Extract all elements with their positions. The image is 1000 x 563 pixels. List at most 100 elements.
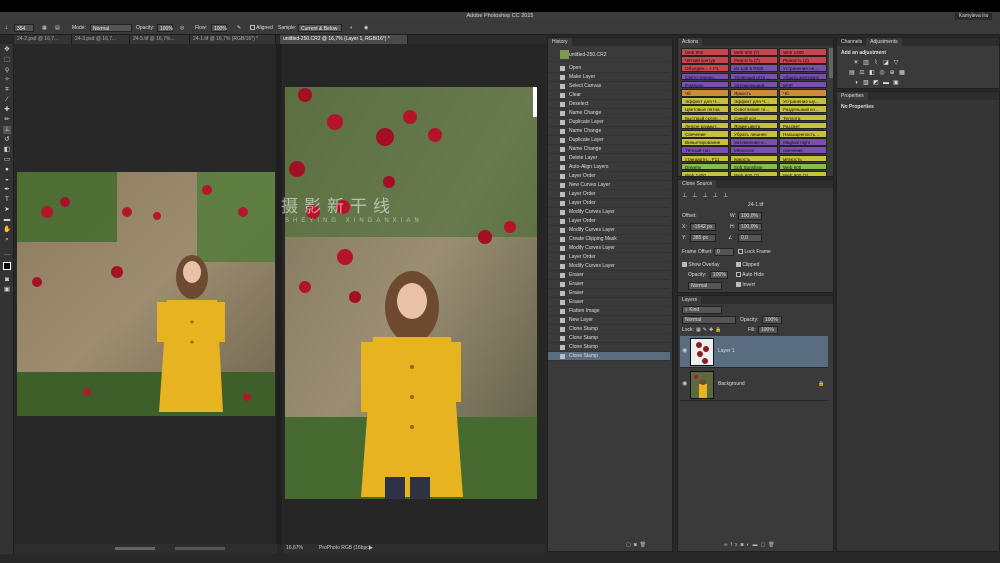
eraser-icon[interactable]: ◧ <box>3 146 11 154</box>
history-item[interactable]: Layer Order <box>548 253 670 262</box>
clone-source-slot-1-icon[interactable]: ⊥ <box>682 193 692 199</box>
dodge-icon[interactable]: ◒ <box>3 176 11 184</box>
action-button[interactable]: Затемняющий... <box>730 80 778 89</box>
overlay-mode-select[interactable]: Normal <box>688 282 722 290</box>
action-button[interactable]: Web 1400 <box>779 48 827 56</box>
action-button[interactable]: Осветление те... <box>730 105 778 113</box>
color-lookup-icon[interactable]: ▦ <box>899 70 905 76</box>
action-button[interactable]: Рассвет <box>779 121 827 130</box>
layer-row-selected[interactable]: ◉ Layer 1 <box>680 336 828 368</box>
action-button[interactable]: стандартн... F11 <box>681 154 729 163</box>
blend-mode-select[interactable]: Normal <box>682 316 736 324</box>
layer-style-icon[interactable]: fx <box>731 542 741 548</box>
history-item[interactable]: Modify Curves Layer <box>548 244 670 253</box>
blur-icon[interactable]: ● <box>3 166 11 174</box>
visibility-eye-icon[interactable]: ◉ <box>682 348 688 354</box>
show-overlay-box[interactable] <box>682 262 687 268</box>
edit-toolbar-icon[interactable]: … <box>3 250 11 258</box>
h-field[interactable]: 100,0% <box>738 223 762 231</box>
history-item[interactable]: New Curves Layer <box>548 181 670 190</box>
action-button[interactable]: Web 900 <box>681 48 729 56</box>
pen-icon[interactable]: ✒ <box>3 186 11 194</box>
document-canvas-left[interactable] <box>15 44 277 544</box>
clipped-box[interactable] <box>736 262 741 268</box>
aligned-checkbox[interactable]: Aligned <box>250 24 273 32</box>
invert-adj-icon[interactable]: ◑ <box>853 80 859 86</box>
action-button[interactable]: МЧР <box>779 80 827 89</box>
lasso-icon[interactable]: ϙ <box>3 66 11 74</box>
clone-source-slot-5-icon[interactable]: ⊥ <box>723 193 733 199</box>
action-button[interactable]: Раздельный ко... <box>779 105 827 113</box>
quick-select-icon[interactable]: ✧ <box>3 76 11 84</box>
screen-mode-icon[interactable]: ▣ <box>3 286 11 294</box>
clipped-checkbox[interactable]: Clipped <box>736 262 759 268</box>
auto-hide-box[interactable] <box>736 272 741 278</box>
history-item[interactable]: Flatten Image <box>548 307 670 316</box>
exposure-icon[interactable]: ◪ <box>883 60 889 66</box>
angle-field[interactable]: 0,0 <box>738 234 762 242</box>
history-item[interactable]: Clone Stamp <box>548 352 670 361</box>
foreground-color-swatch[interactable] <box>3 262 11 270</box>
action-button[interactable]: Soft Sunshine <box>730 162 778 171</box>
visibility-eye-icon[interactable]: ◉ <box>682 381 688 387</box>
vibrance-icon[interactable]: ▽ <box>893 60 899 66</box>
action-button[interactable]: Web 900 (7) <box>730 48 778 56</box>
channel-mixer-icon[interactable]: ⊕ <box>889 70 895 76</box>
history-item[interactable]: Auto-Align Layers <box>548 163 670 172</box>
doc-tab[interactable]: 24-5.tif @ 16,7%... <box>130 35 190 44</box>
lock-transparency-icon[interactable]: ▦ <box>696 327 703 333</box>
action-button[interactable]: Яркие цвета <box>730 121 778 130</box>
eyedropper-icon[interactable]: ⁄ <box>3 96 11 104</box>
history-item[interactable]: Name Change <box>548 127 670 136</box>
action-button[interactable]: Виньетирование <box>681 138 729 146</box>
target-photo[interactable] <box>285 87 537 499</box>
history-item[interactable]: Layer Order <box>548 190 670 199</box>
history-item[interactable]: Modify Curves Layer <box>548 208 670 217</box>
history-item[interactable]: Clear <box>548 91 670 100</box>
flow-field[interactable]: 100% <box>211 24 227 32</box>
history-item[interactable]: Eraser <box>548 298 670 307</box>
doc-tab[interactable]: 24-1.tif @ 16,7% (RGB/16*) * <box>190 35 276 44</box>
history-item[interactable]: Layer Order <box>548 217 670 226</box>
history-item[interactable]: New Layer <box>548 316 670 325</box>
adjustments-tab[interactable]: Adjustments <box>866 38 902 46</box>
invert-checkbox[interactable]: Invert <box>736 282 755 288</box>
canvas-divider[interactable] <box>276 44 282 544</box>
history-item[interactable]: Deselect <box>548 100 670 109</box>
history-item[interactable]: Layer Order <box>548 199 670 208</box>
doc-tab-active[interactable]: untitled-250.CR2 @ 16,7% (Layer 1, RGB/1… <box>280 35 408 44</box>
action-button[interactable]: Легкое размыт... <box>681 121 729 130</box>
new-group-icon[interactable]: ▬ <box>753 542 761 548</box>
horizontal-scrollbar-thumb[interactable] <box>175 547 225 550</box>
fill-field[interactable]: 100% <box>758 326 778 334</box>
pressure-size-icon[interactable]: ◉ <box>364 24 368 32</box>
action-button[interactable]: Убрать желтизну <box>779 72 827 81</box>
action-button[interactable]: Чб <box>681 89 729 97</box>
brush-panel-icon[interactable]: ▦ <box>42 24 47 32</box>
clone-source-slot-4-icon[interactable]: ⊥ <box>713 193 723 199</box>
history-item[interactable]: Clone Stamp <box>548 325 670 334</box>
action-button[interactable]: Синий хол... <box>730 113 778 122</box>
photo-filter-icon[interactable]: ◎ <box>879 70 885 76</box>
brightness-contrast-icon[interactable]: ☀ <box>853 60 859 66</box>
actions-tab[interactable]: Actions <box>678 38 703 46</box>
layer-name[interactable]: Layer 1 <box>718 348 735 354</box>
action-button[interactable]: Свето-тенево... <box>681 72 729 81</box>
clone-source-panel-icon[interactable]: ▤ <box>55 24 60 32</box>
action-button[interactable]: Насыщенность... <box>779 130 827 138</box>
mode-select[interactable]: Normal <box>90 24 132 32</box>
healing-icon[interactable]: ✚ <box>3 106 11 114</box>
action-button[interactable]: Цветовые пятна <box>681 105 729 113</box>
layer-row[interactable]: ◉ Background 🔒 <box>680 369 828 401</box>
history-item[interactable]: Eraser <box>548 271 670 280</box>
action-button[interactable]: Чёткий контур <box>681 56 729 64</box>
opacity-field[interactable]: 100% <box>157 24 173 32</box>
color-balance-icon[interactable]: ⚖ <box>859 70 865 76</box>
action-button[interactable]: Тёплый тон <box>681 146 729 154</box>
action-button[interactable]: Убрать лишнее <box>730 130 778 138</box>
action-button[interactable]: Web 900 <box>779 162 827 171</box>
action-button[interactable]: Резкость (2) <box>779 56 827 64</box>
action-button[interactable]: Теплота <box>779 113 827 122</box>
action-button[interactable]: Устранение шу... <box>779 97 827 105</box>
lock-frame-checkbox[interactable]: Lock Frame <box>738 249 771 255</box>
